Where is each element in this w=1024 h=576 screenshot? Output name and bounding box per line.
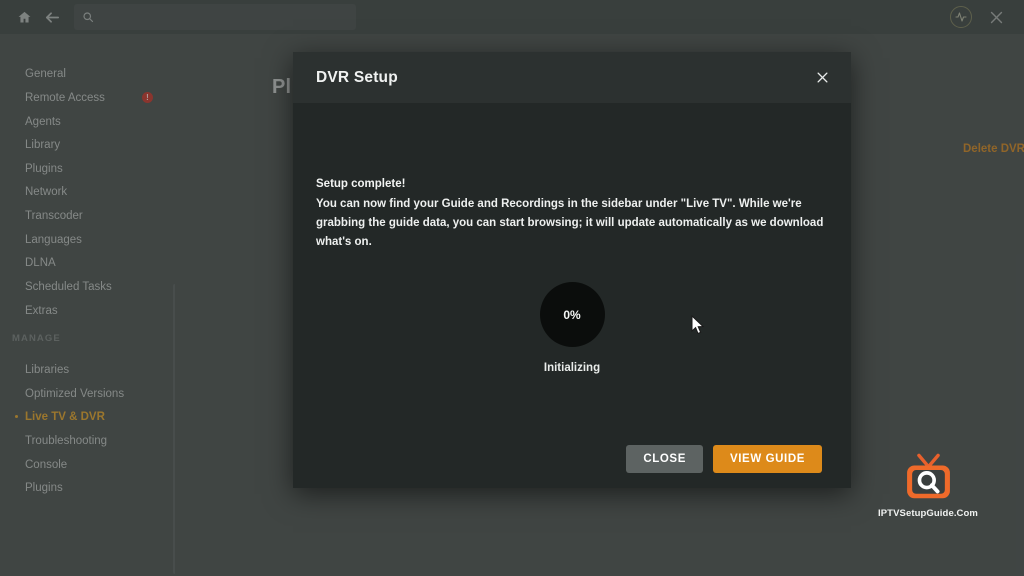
setup-complete-heading: Setup complete! <box>316 178 406 190</box>
close-button[interactable]: CLOSE <box>626 445 703 473</box>
watermark: IPTVSetupGuide.Com <box>878 452 978 519</box>
progress-percent: 0% <box>563 307 581 322</box>
screen: General Remote Access ! Agents Library P… <box>0 0 1024 576</box>
dialog-title: DVR Setup <box>316 68 398 86</box>
dialog-body: Setup complete! You can now find your Gu… <box>293 103 851 488</box>
iptv-tv-search-logo <box>906 453 950 499</box>
progress-status-label: Initializing <box>543 362 601 374</box>
progress-indicator: 0% Initializing <box>293 282 851 374</box>
progress-circle: 0% <box>539 282 605 347</box>
view-guide-button[interactable]: VIEW GUIDE <box>712 445 822 473</box>
watermark-text: IPTVSetupGuide.Com <box>878 508 978 519</box>
setup-description: You can now find your Guide and Recordin… <box>316 198 824 248</box>
close-x-icon[interactable] <box>808 63 836 91</box>
dialog-header: DVR Setup <box>293 52 851 103</box>
dialog-footer: CLOSE VIEW GUIDE <box>293 430 851 488</box>
dvr-setup-dialog: DVR Setup Setup complete! You can now fi… <box>293 52 851 488</box>
